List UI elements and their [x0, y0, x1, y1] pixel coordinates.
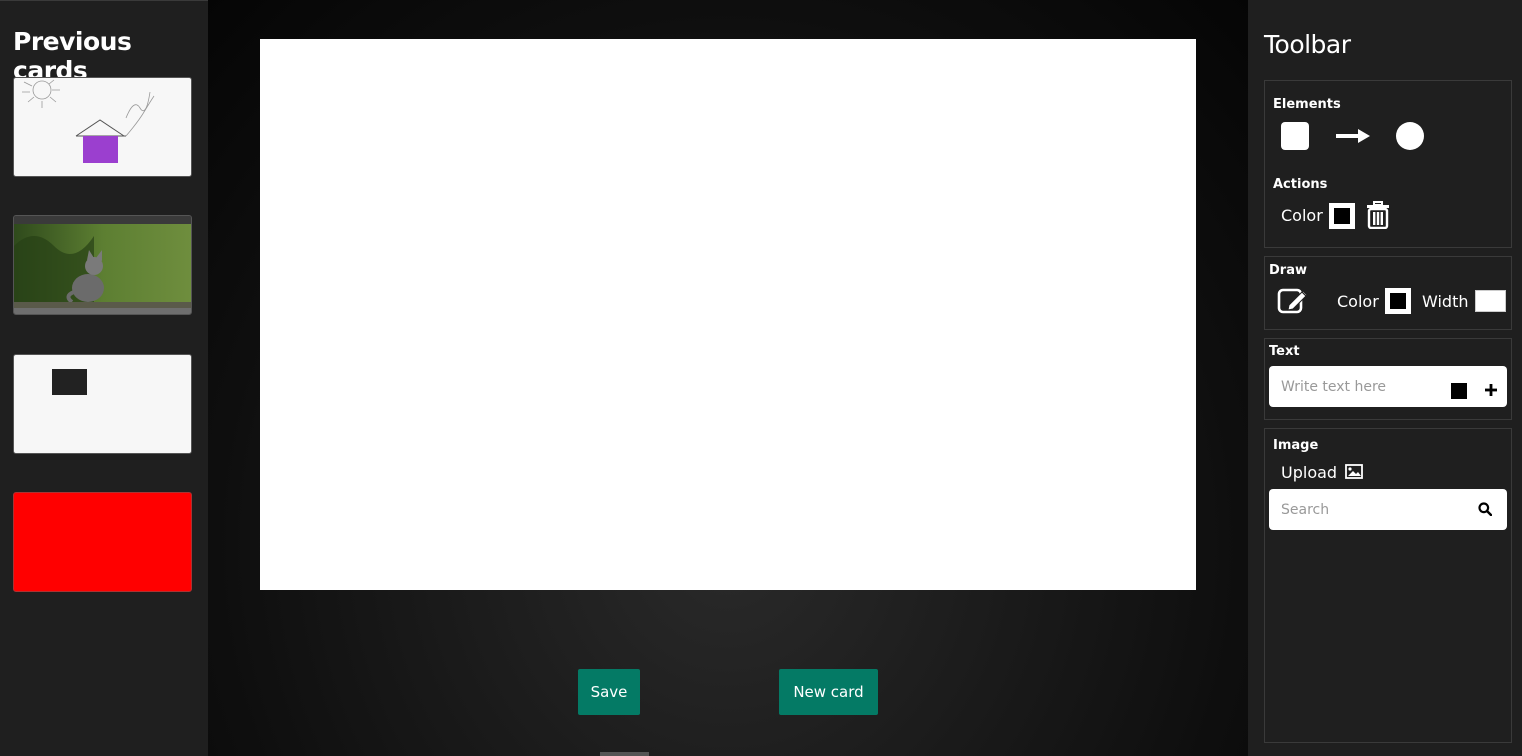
image-group: Image Upload [1264, 428, 1512, 743]
card-thumbnail-sketch[interactable] [13, 77, 192, 177]
element-color-picker[interactable] [1329, 203, 1355, 229]
card-thumbnail-cat-photo[interactable] [13, 215, 192, 315]
scrollbar-thumb[interactable] [600, 752, 649, 756]
add-arrow-button[interactable] [1336, 129, 1370, 143]
editor-area: Save New card [208, 0, 1248, 756]
draw-label: Draw [1269, 263, 1307, 278]
draw-width-label: Width [1422, 292, 1469, 311]
text-label: Text [1269, 344, 1300, 359]
draw-group: Draw Color Width [1264, 256, 1512, 330]
draw-color-picker[interactable] [1385, 288, 1411, 314]
draw-color-label: Color [1337, 292, 1379, 311]
save-button[interactable]: Save [578, 669, 640, 715]
card-thumbnail-rectangle[interactable] [13, 354, 192, 454]
card-canvas[interactable] [260, 39, 1196, 590]
upload-image-button[interactable]: Upload [1281, 463, 1364, 482]
plus-icon[interactable] [1485, 384, 1497, 396]
toolbar-title: Toolbar [1264, 30, 1351, 59]
trash-icon[interactable] [1366, 201, 1390, 229]
image-search-box [1269, 489, 1507, 530]
image-search-input[interactable] [1281, 489, 1471, 530]
sketch-drawing [22, 79, 155, 163]
elements-actions-group: Elements Actions Color [1264, 80, 1512, 248]
elements-label: Elements [1273, 97, 1341, 112]
add-rectangle-button[interactable] [1281, 122, 1309, 150]
actions-label: Actions [1273, 177, 1328, 192]
text-input[interactable] [1281, 366, 1451, 407]
upload-label: Upload [1281, 463, 1338, 482]
previous-cards-panel: Previous cards [0, 0, 208, 756]
card-thumbnail-red[interactable] [13, 492, 192, 592]
draw-width-input[interactable] [1475, 290, 1506, 312]
image-icon [1345, 464, 1364, 479]
add-circle-button[interactable] [1396, 122, 1424, 150]
search-icon[interactable] [1478, 502, 1492, 516]
text-group: Text [1264, 338, 1512, 420]
pencil-icon[interactable] [1277, 285, 1309, 315]
text-color-picker[interactable] [1451, 383, 1467, 399]
text-input-box [1269, 366, 1507, 407]
actions-color-label: Color [1281, 206, 1323, 225]
cat-photo-image [14, 216, 191, 314]
toolbar-panel: Toolbar Elements Actions Color Draw Colo [1248, 0, 1522, 756]
rectangle-drawing [52, 369, 87, 395]
image-label: Image [1273, 438, 1319, 453]
new-card-button[interactable]: New card [779, 669, 878, 715]
